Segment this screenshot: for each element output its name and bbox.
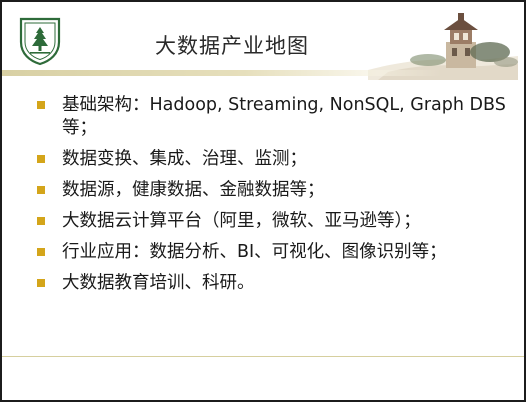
bullet-square-icon [37, 248, 45, 256]
bullet-text: 数据源，健康数据、金融数据等； [62, 180, 325, 200]
bullet-item: 大数据云计算平台（阿里，微软、亚马逊等）； [36, 210, 506, 233]
bullet-square-icon [37, 101, 45, 109]
bullet-text: 行业应用：数据分析、BI、可视化、图像识别等； [62, 242, 447, 262]
bullet-square-icon [37, 279, 45, 287]
bullet-item: 行业应用：数据分析、BI、可视化、图像识别等； [36, 241, 506, 264]
bullet-text: 基础架构：Hadoop, Streaming, NonSQL, Graph DB… [62, 95, 506, 138]
bullet-item: 数据变换、集成、治理、监测； [36, 148, 506, 171]
footer-divider [2, 356, 524, 357]
bullet-square-icon [37, 217, 45, 225]
bullet-item: 数据源，健康数据、金融数据等； [36, 179, 506, 202]
bullet-item: 基础架构：Hadoop, Streaming, NonSQL, Graph DB… [36, 94, 506, 140]
slide: 大数据产业地图 基础架构：Hadoop, Streaming, NonSQL, … [2, 2, 524, 400]
bullet-item: 大数据教育培训、科研。 [36, 272, 506, 295]
header-divider [2, 70, 442, 76]
bullet-list: 基础架构：Hadoop, Streaming, NonSQL, Graph DB… [36, 94, 506, 303]
bullet-text: 大数据云计算平台（阿里，微软、亚马逊等）； [62, 211, 421, 231]
bullet-text: 大数据教育培训、科研。 [62, 273, 255, 293]
bullet-square-icon [37, 155, 45, 163]
bullet-text: 数据变换、集成、治理、监测； [62, 149, 307, 169]
bullet-square-icon [37, 186, 45, 194]
